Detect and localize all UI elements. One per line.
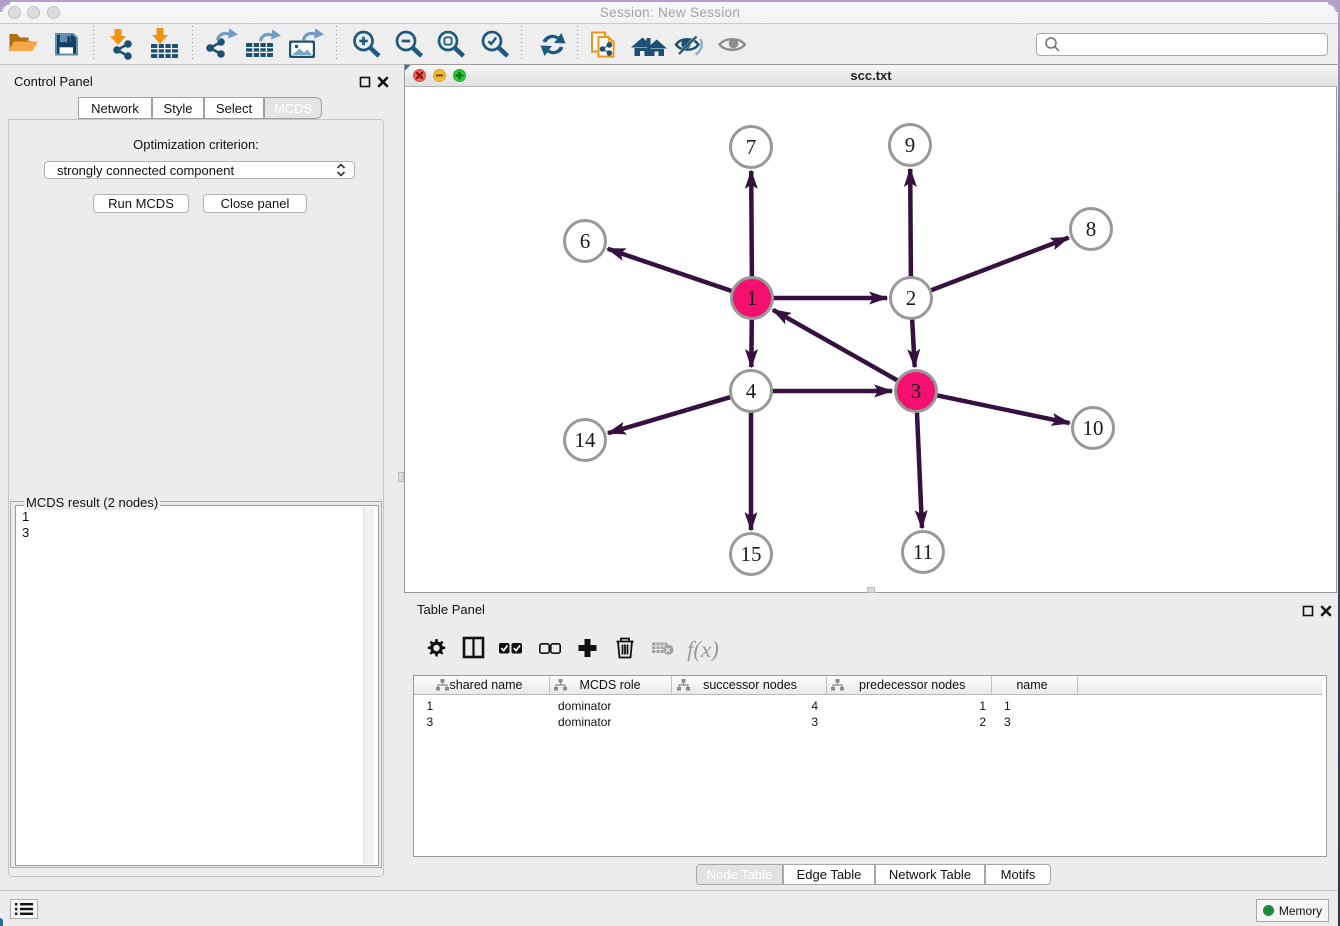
svg-text:11: 11	[913, 540, 933, 564]
svg-text:1: 1	[747, 286, 758, 310]
svg-text:10: 10	[1083, 416, 1104, 440]
svg-text:f(x): f(x)	[687, 637, 719, 661]
svg-text:3: 3	[911, 379, 922, 403]
svg-text:8: 8	[1086, 217, 1097, 241]
svg-text:9: 9	[905, 133, 916, 157]
svg-text:6: 6	[580, 229, 591, 253]
svg-text:15: 15	[741, 542, 762, 566]
svg-text:4: 4	[746, 379, 757, 403]
svg-text:2: 2	[906, 286, 917, 310]
svg-text:7: 7	[746, 135, 757, 159]
svg-text:14: 14	[575, 428, 597, 452]
